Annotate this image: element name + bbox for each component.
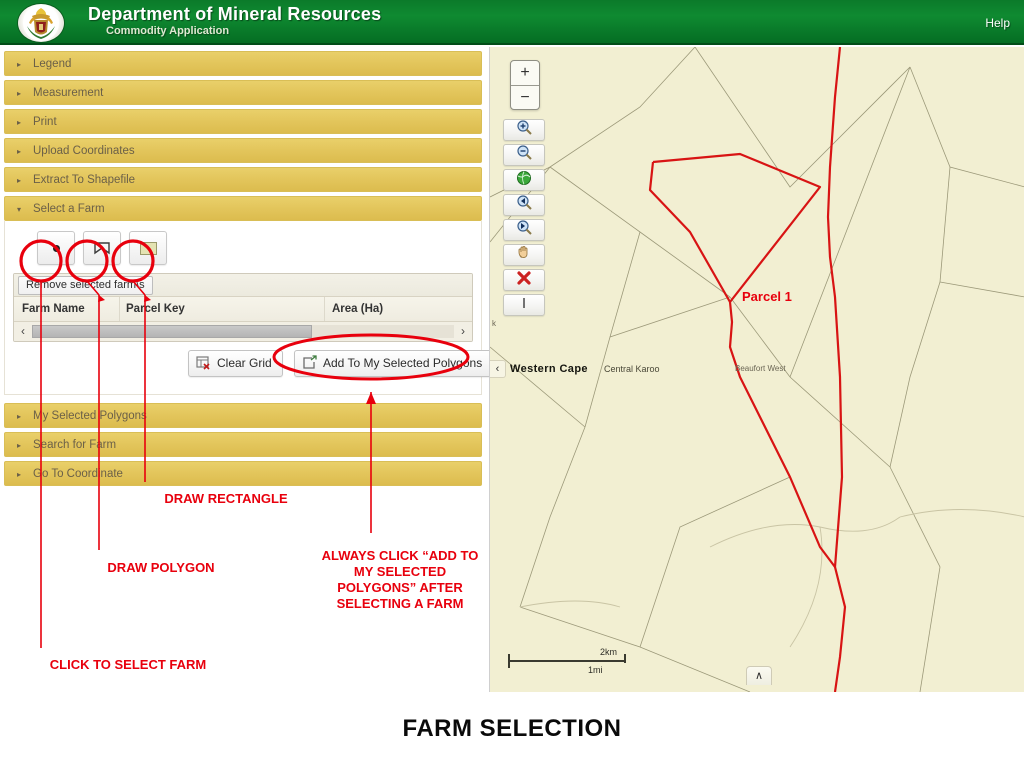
chevron-right-icon: ▸ [17, 412, 22, 421]
breadcrumb-district[interactable]: Central Karoo [604, 364, 660, 374]
measure-tool[interactable] [503, 294, 545, 316]
point-icon [38, 232, 74, 264]
sidebar-item-search-for-farm[interactable]: ▸ Search for Farm [4, 432, 482, 457]
polygon-icon [84, 232, 120, 264]
scalebar-bar [508, 660, 626, 662]
coat-of-arms-icon [18, 4, 64, 42]
sidebar-item-label: Search for Farm [33, 439, 117, 451]
sidebar-item-label: Legend [33, 58, 72, 70]
chevron-right-icon: ▸ [17, 60, 22, 69]
map-zoom-control[interactable]: + − [510, 60, 540, 110]
add-to-my-selected-polygons-button[interactable]: Add To My Selected Polygons [294, 350, 494, 380]
sidebar-item-label: Select a Farm [33, 203, 105, 215]
chevron-right-icon: ▸ [17, 89, 22, 98]
zoom-in-tool[interactable] [503, 119, 545, 141]
red-x-icon [516, 270, 532, 291]
sidebar-item-label: Print [33, 116, 57, 128]
scroll-left-icon[interactable]: ‹ [14, 322, 32, 341]
grid-horizontal-scrollbar[interactable]: ‹ › [14, 322, 472, 341]
sidebar-item-upload-coordinates[interactable]: ▸ Upload Coordinates [4, 138, 482, 163]
magnifier-plus-icon [516, 119, 533, 141]
map-edge-label: k [492, 319, 496, 328]
sidebar-item-label: My Selected Polygons [33, 410, 147, 422]
sidebar-item-label: Extract To Shapefile [33, 174, 136, 186]
magnifier-forward-icon [516, 219, 533, 241]
farm-results-grid: Remove selected farm\s Farm Name Parcel … [13, 273, 473, 342]
map-viewport[interactable]: Parcel 1 k Beaufort West ‹ Western Cape … [489, 47, 1024, 692]
clear-grid-button[interactable]: Clear Grid [188, 350, 283, 377]
column-header-farm-name[interactable]: Farm Name [22, 297, 85, 321]
column-header-parcel-key[interactable]: Parcel Key [126, 297, 185, 321]
grid-header-row: Farm Name Parcel Key Area (Ha) [14, 297, 472, 322]
chevron-right-icon: ▸ [17, 470, 22, 479]
scalebar-cap-right [624, 654, 626, 663]
slide-caption: FARM SELECTION [402, 715, 622, 742]
magnifier-minus-icon [516, 144, 533, 166]
clear-graphics-tool[interactable] [503, 269, 545, 291]
breadcrumb-province[interactable]: Western Cape [510, 363, 588, 375]
clear-grid-label: Clear Grid [217, 356, 272, 370]
breadcrumb: ‹ Western Cape Central Karoo [490, 360, 660, 378]
map-toolbar [503, 119, 545, 319]
chevron-right-icon: ▸ [17, 176, 22, 185]
magnifier-back-icon [516, 194, 533, 216]
map-scalebar: 2km 1mi [508, 647, 638, 679]
globe-icon [516, 170, 532, 191]
full-extent-tool[interactable] [503, 169, 545, 191]
draw-polygon-tool[interactable] [83, 231, 121, 265]
zoom-out-tool[interactable] [503, 144, 545, 166]
clear-grid-icon [196, 355, 212, 380]
chevron-right-icon: ▸ [17, 147, 22, 156]
scalebar-metric-label: 2km [600, 647, 618, 657]
help-link[interactable]: Help [985, 16, 1010, 30]
grid-action-buttons: Clear Grid Add To My Selected Polygons [13, 350, 494, 384]
sidebar-item-label: Upload Coordinates [33, 145, 135, 157]
draw-rectangle-tool[interactable] [129, 231, 167, 265]
draw-point-tool[interactable] [37, 231, 75, 265]
column-divider[interactable] [324, 297, 325, 321]
hand-icon [516, 245, 532, 266]
column-header-area-ha[interactable]: Area (Ha) [332, 297, 383, 321]
add-polygons-label: Add To My Selected Polygons [323, 356, 483, 370]
chevron-right-icon: ▸ [17, 441, 22, 450]
scalebar-imperial-label: 1mi [588, 665, 603, 675]
sidebar-item-label: Measurement [33, 87, 104, 99]
remove-selected-farms-button[interactable]: Remove selected farm\s [18, 276, 153, 295]
rectangle-icon [130, 232, 166, 264]
app-subtitle: Commodity Application [106, 25, 230, 37]
pan-tool[interactable] [503, 244, 545, 266]
breadcrumb-back-icon[interactable]: ‹ [490, 360, 506, 378]
sidebar-item-measurement[interactable]: ▸ Measurement [4, 80, 482, 105]
parcel-label: Parcel 1 [742, 289, 792, 304]
scrollbar-thumb[interactable] [32, 325, 312, 338]
select-farm-panel-body: Remove selected farm\s Farm Name Parcel … [4, 221, 494, 395]
sidebar-item-print[interactable]: ▸ Print [4, 109, 482, 134]
page-title: Department of Mineral Resources [88, 4, 382, 24]
zoom-next-tool[interactable] [503, 219, 545, 241]
sidebar-item-legend[interactable]: ▸ Legend [4, 51, 482, 76]
chevron-down-icon: ▾ [17, 205, 22, 214]
zoom-previous-tool[interactable] [503, 194, 545, 216]
left-tools-panel: ▸ Legend ▸ Measurement ▸ Print ▸ Upload … [0, 45, 494, 768]
zoom-in-button[interactable]: + [511, 61, 539, 86]
export-icon [302, 355, 318, 380]
map-collapse-toggle[interactable]: ∧ [746, 666, 772, 685]
grid-toolbar: Remove selected farm\s [14, 274, 472, 297]
scroll-right-icon[interactable]: › [454, 322, 472, 341]
sidebar-item-label: Go To Coordinate [33, 468, 123, 480]
app-header: Department of Mineral Resources Commodit… [0, 0, 1024, 45]
map-town-label: Beaufort West [735, 364, 786, 373]
chevron-right-icon: ▸ [17, 118, 22, 127]
vertical-bar-icon [518, 296, 530, 315]
sidebar-item-extract-to-shapefile[interactable]: ▸ Extract To Shapefile [4, 167, 482, 192]
app-title-block: Department of Mineral Resources Commodit… [88, 4, 381, 38]
draw-tools-row [13, 227, 473, 273]
sidebar-item-go-to-coordinate[interactable]: ▸ Go To Coordinate [4, 461, 482, 486]
column-divider[interactable] [119, 297, 120, 321]
sidebar-item-my-selected-polygons[interactable]: ▸ My Selected Polygons [4, 403, 482, 428]
sidebar-item-select-a-farm[interactable]: ▾ Select a Farm [4, 196, 482, 221]
zoom-out-button[interactable]: − [511, 86, 539, 109]
